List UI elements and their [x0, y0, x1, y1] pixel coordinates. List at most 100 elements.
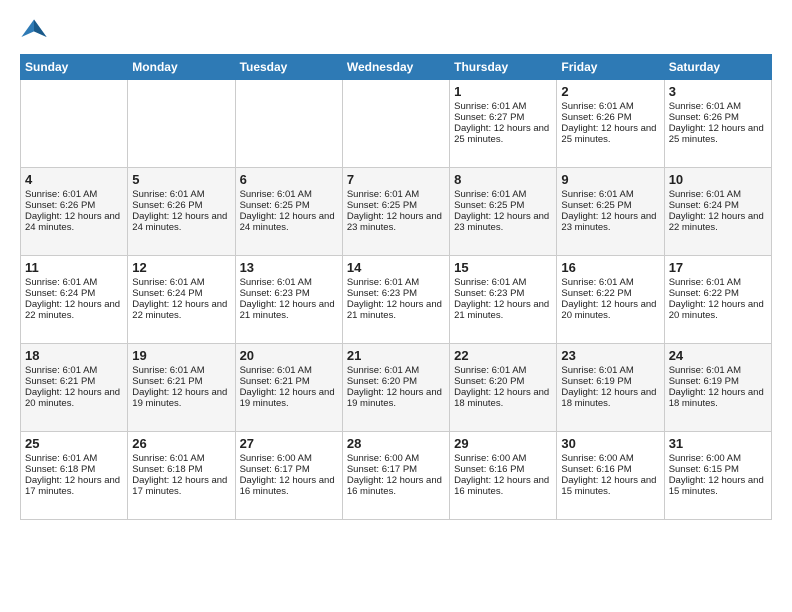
sunset-text: Sunset: 6:25 PM	[561, 200, 659, 211]
day-number: 2	[561, 84, 659, 99]
sunset-text: Sunset: 6:26 PM	[561, 112, 659, 123]
daylight-text: Daylight: 12 hours and 20 minutes.	[669, 299, 767, 321]
sunrise-text: Sunrise: 6:01 AM	[669, 365, 767, 376]
daylight-text: Daylight: 12 hours and 20 minutes.	[561, 299, 659, 321]
day-cell	[342, 80, 449, 168]
sunrise-text: Sunrise: 6:01 AM	[561, 189, 659, 200]
sunset-text: Sunset: 6:21 PM	[132, 376, 230, 387]
header-row: SundayMondayTuesdayWednesdayThursdayFrid…	[21, 55, 772, 80]
sunset-text: Sunset: 6:21 PM	[240, 376, 338, 387]
sunset-text: Sunset: 6:16 PM	[454, 464, 552, 475]
day-number: 30	[561, 436, 659, 451]
page: SundayMondayTuesdayWednesdayThursdayFrid…	[0, 0, 792, 530]
col-header-sunday: Sunday	[21, 55, 128, 80]
daylight-text: Daylight: 12 hours and 20 minutes.	[25, 387, 123, 409]
day-number: 9	[561, 172, 659, 187]
day-number: 25	[25, 436, 123, 451]
daylight-text: Daylight: 12 hours and 18 minutes.	[561, 387, 659, 409]
daylight-text: Daylight: 12 hours and 23 minutes.	[347, 211, 445, 233]
day-cell: 31Sunrise: 6:00 AMSunset: 6:15 PMDayligh…	[664, 432, 771, 520]
day-number: 29	[454, 436, 552, 451]
day-cell: 15Sunrise: 6:01 AMSunset: 6:23 PMDayligh…	[450, 256, 557, 344]
day-cell: 22Sunrise: 6:01 AMSunset: 6:20 PMDayligh…	[450, 344, 557, 432]
day-number: 13	[240, 260, 338, 275]
day-cell: 18Sunrise: 6:01 AMSunset: 6:21 PMDayligh…	[21, 344, 128, 432]
sunrise-text: Sunrise: 6:01 AM	[454, 277, 552, 288]
day-cell: 3Sunrise: 6:01 AMSunset: 6:26 PMDaylight…	[664, 80, 771, 168]
sunset-text: Sunset: 6:16 PM	[561, 464, 659, 475]
sunrise-text: Sunrise: 6:01 AM	[240, 277, 338, 288]
daylight-text: Daylight: 12 hours and 22 minutes.	[132, 299, 230, 321]
sunset-text: Sunset: 6:25 PM	[240, 200, 338, 211]
col-header-thursday: Thursday	[450, 55, 557, 80]
day-cell: 28Sunrise: 6:00 AMSunset: 6:17 PMDayligh…	[342, 432, 449, 520]
day-cell	[128, 80, 235, 168]
sunset-text: Sunset: 6:17 PM	[240, 464, 338, 475]
col-header-saturday: Saturday	[664, 55, 771, 80]
sunrise-text: Sunrise: 6:00 AM	[561, 453, 659, 464]
day-number: 15	[454, 260, 552, 275]
header	[20, 16, 772, 44]
daylight-text: Daylight: 12 hours and 17 minutes.	[132, 475, 230, 497]
day-cell: 14Sunrise: 6:01 AMSunset: 6:23 PMDayligh…	[342, 256, 449, 344]
day-number: 26	[132, 436, 230, 451]
day-number: 14	[347, 260, 445, 275]
day-cell: 11Sunrise: 6:01 AMSunset: 6:24 PMDayligh…	[21, 256, 128, 344]
day-cell: 5Sunrise: 6:01 AMSunset: 6:26 PMDaylight…	[128, 168, 235, 256]
day-cell: 30 Sunrise: 6:00 AMSunset: 6:16 PMDayligh…	[557, 432, 664, 520]
col-header-friday: Friday	[557, 55, 664, 80]
day-number: 12	[132, 260, 230, 275]
day-number: 8	[454, 172, 552, 187]
day-number: 4	[25, 172, 123, 187]
sunrise-text: Sunrise: 6:01 AM	[454, 101, 552, 112]
sunset-text: Sunset: 6:23 PM	[240, 288, 338, 299]
daylight-text: Daylight: 12 hours and 21 minutes.	[347, 299, 445, 321]
sunset-text: Sunset: 6:20 PM	[347, 376, 445, 387]
sunset-text: Sunset: 6:26 PM	[25, 200, 123, 211]
sunset-text: Sunset: 6:26 PM	[132, 200, 230, 211]
sunset-text: Sunset: 6:19 PM	[561, 376, 659, 387]
day-cell: 8Sunrise: 6:01 AMSunset: 6:25 PMDaylight…	[450, 168, 557, 256]
sunset-text: Sunset: 6:18 PM	[25, 464, 123, 475]
sunset-text: Sunset: 6:24 PM	[25, 288, 123, 299]
day-cell: 21Sunrise: 6:01 AMSunset: 6:20 PMDayligh…	[342, 344, 449, 432]
sunrise-text: Sunrise: 6:01 AM	[132, 189, 230, 200]
calendar-table: SundayMondayTuesdayWednesdayThursdayFrid…	[20, 54, 772, 520]
sunrise-text: Sunrise: 6:01 AM	[240, 189, 338, 200]
col-header-tuesday: Tuesday	[235, 55, 342, 80]
sunset-text: Sunset: 6:23 PM	[454, 288, 552, 299]
daylight-text: Daylight: 12 hours and 23 minutes.	[454, 211, 552, 233]
day-cell: 29Sunrise: 6:00 AMSunset: 6:16 PMDayligh…	[450, 432, 557, 520]
daylight-text: Daylight: 12 hours and 16 minutes.	[454, 475, 552, 497]
daylight-text: Daylight: 12 hours and 19 minutes.	[132, 387, 230, 409]
day-cell: 12Sunrise: 6:01 AMSunset: 6:24 PMDayligh…	[128, 256, 235, 344]
day-cell: 4Sunrise: 6:01 AMSunset: 6:26 PMDaylight…	[21, 168, 128, 256]
sunset-text: Sunset: 6:22 PM	[669, 288, 767, 299]
day-cell: 2Sunrise: 6:01 AMSunset: 6:26 PMDaylight…	[557, 80, 664, 168]
day-number: 28	[347, 436, 445, 451]
week-row-3: 11Sunrise: 6:01 AMSunset: 6:24 PMDayligh…	[21, 256, 772, 344]
daylight-text: Daylight: 12 hours and 25 minutes.	[454, 123, 552, 145]
day-cell: 9Sunrise: 6:01 AMSunset: 6:25 PMDaylight…	[557, 168, 664, 256]
sunset-text: Sunset: 6:25 PM	[454, 200, 552, 211]
sunset-text: Sunset: 6:24 PM	[669, 200, 767, 211]
day-cell: 1Sunrise: 6:01 AMSunset: 6:27 PMDaylight…	[450, 80, 557, 168]
day-cell	[235, 80, 342, 168]
sunset-text: Sunset: 6:15 PM	[669, 464, 767, 475]
logo	[20, 16, 52, 44]
sunrise-text: Sunrise: 6:01 AM	[25, 189, 123, 200]
sunset-text: Sunset: 6:23 PM	[347, 288, 445, 299]
sunrise-text: Sunrise: 6:01 AM	[25, 277, 123, 288]
sunrise-text: Sunrise: 6:00 AM	[669, 453, 767, 464]
sunrise-text: Sunrise: 6:01 AM	[669, 101, 767, 112]
sunrise-text: Sunrise: 6:01 AM	[25, 365, 123, 376]
day-number: 22	[454, 348, 552, 363]
sunrise-text: Sunrise: 6:01 AM	[240, 365, 338, 376]
day-cell	[21, 80, 128, 168]
day-cell: 13Sunrise: 6:01 AMSunset: 6:23 PMDayligh…	[235, 256, 342, 344]
daylight-text: Daylight: 12 hours and 17 minutes.	[25, 475, 123, 497]
sunrise-text: Sunrise: 6:01 AM	[561, 101, 659, 112]
sunrise-text: Sunrise: 6:00 AM	[240, 453, 338, 464]
daylight-text: Daylight: 12 hours and 15 minutes.	[561, 475, 659, 497]
day-cell: 25Sunrise: 6:01 AMSunset: 6:18 PMDayligh…	[21, 432, 128, 520]
